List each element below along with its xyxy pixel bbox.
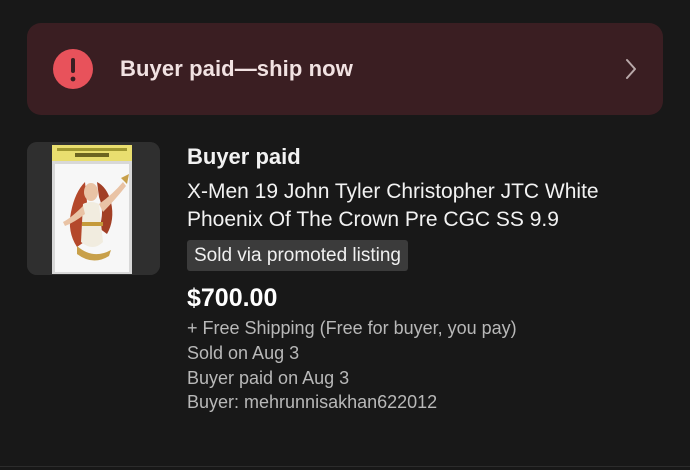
chevron-right-icon — [626, 59, 636, 79]
promoted-listing-badge: Sold via promoted listing — [187, 240, 408, 271]
ship-now-alert-banner[interactable]: Buyer paid—ship now — [27, 23, 663, 115]
buyer-username[interactable]: Buyer: mehrunnisakhan622012 — [187, 392, 437, 413]
section-divider — [0, 466, 690, 467]
order-status: Buyer paid — [187, 144, 301, 169]
item-title-link[interactable]: X-Men 19 John Tyler Christopher JTC Whit… — [187, 178, 667, 234]
shipping-info: + Free Shipping (Free for buyer, you pay… — [187, 318, 517, 338]
order-detail-screen: Buyer paid—ship now Buyer paid X-Men 19 … — [0, 0, 690, 470]
item-thumbnail[interactable] — [27, 142, 160, 275]
alert-message: Buyer paid—ship now — [120, 56, 353, 81]
alert-circle-icon — [53, 49, 93, 89]
sale-price: $700.00 — [187, 284, 278, 312]
sold-date: Sold on Aug 3 — [187, 343, 300, 363]
paid-date: Buyer paid on Aug 3 — [187, 368, 350, 388]
